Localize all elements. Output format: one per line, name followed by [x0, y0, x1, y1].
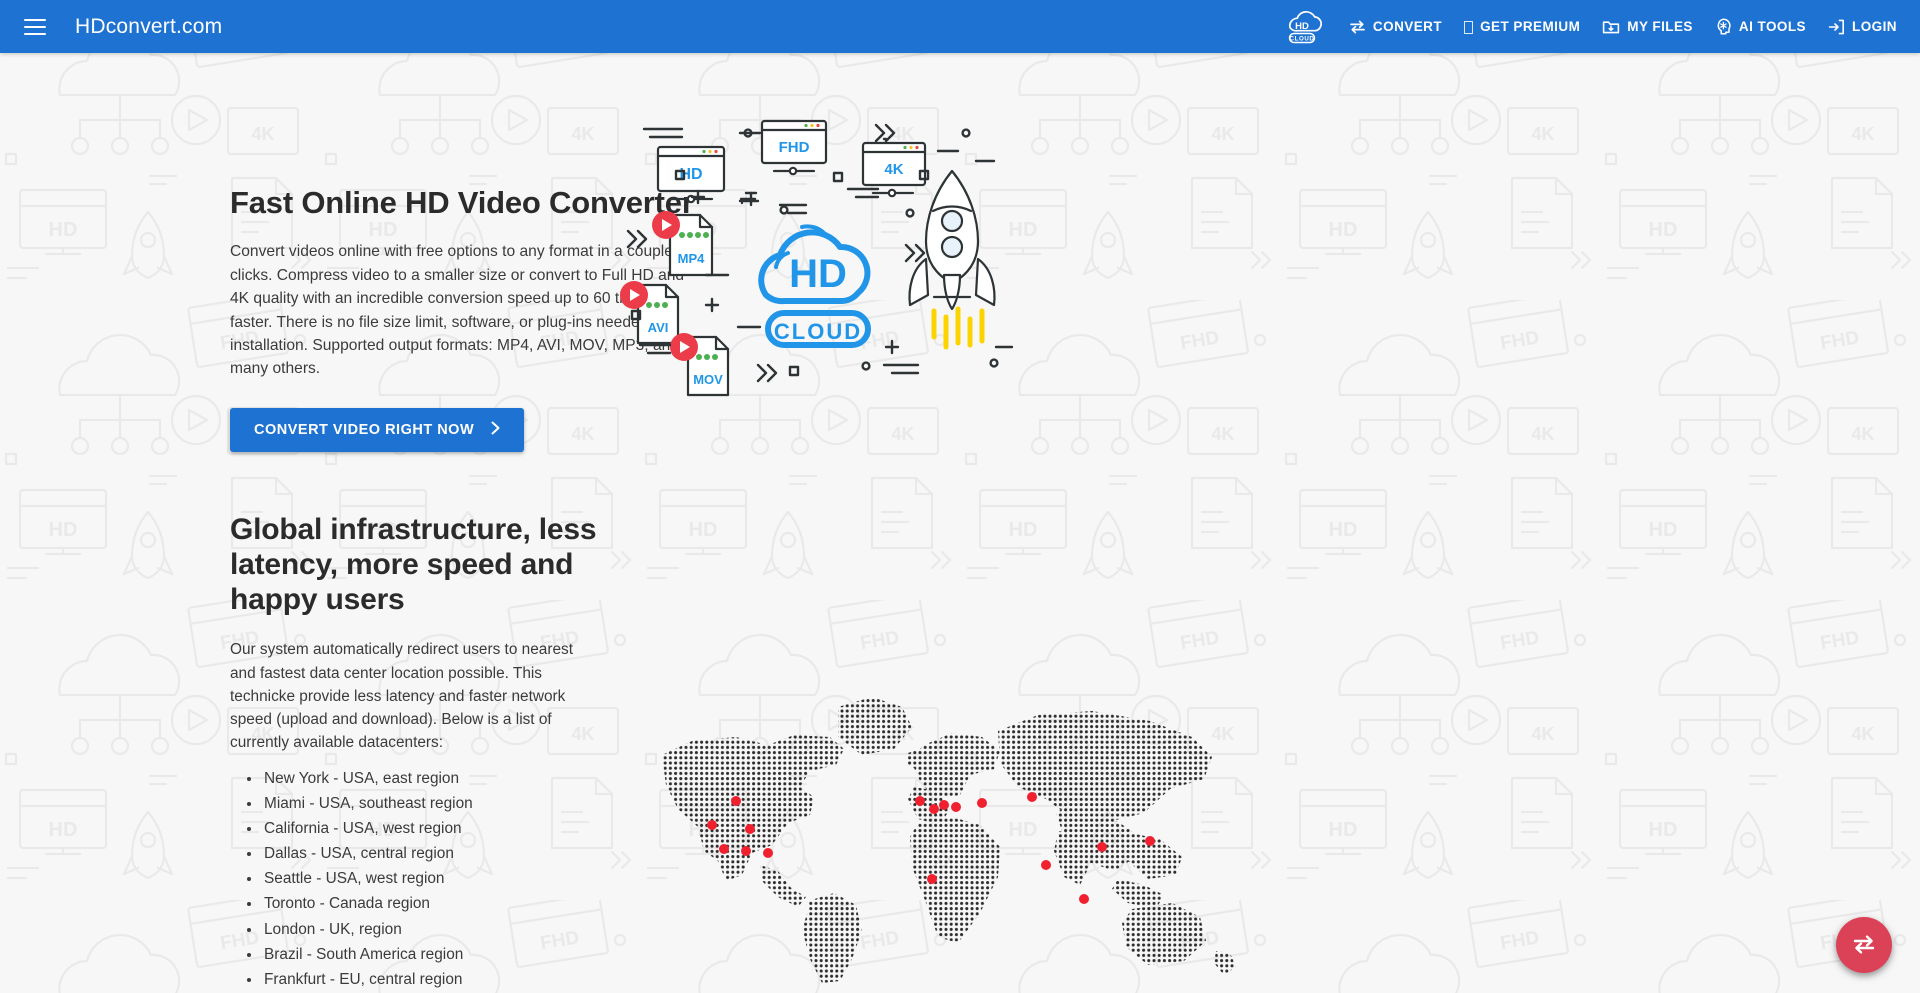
nav-item-convert[interactable]: CONVERT [1338, 0, 1453, 53]
chevron-right-icon [490, 421, 501, 439]
datacenter-list-item: Frankfurt - EU, central region [262, 967, 630, 992]
svg-text:CLOUD: CLOUD [774, 319, 862, 344]
svg-text:4K: 4K [884, 161, 903, 178]
hero-section: Fast Online HD Video Converter Convert v… [0, 53, 1920, 573]
infrastructure-section: Global infrastructure, less latency, mor… [0, 513, 1920, 993]
nav-item-ai-tools[interactable]: AI TOOLS [1704, 0, 1817, 53]
nav-item-login[interactable]: LOGIN [1817, 0, 1908, 53]
hamburger-menu-icon[interactable] [18, 10, 52, 44]
nav-label-my-files: MY FILES [1627, 19, 1693, 34]
infrastructure-text-block: Global infrastructure, less latency, mor… [230, 513, 630, 993]
svg-text:HD: HD [789, 252, 847, 296]
hd-cloud-conversion-illustration: HD FHD 4K MP4 AVI MOV HD CLOUD [620, 115, 1020, 415]
swap-arrows-icon [1851, 933, 1877, 958]
svg-text:FHD: FHD [779, 139, 810, 156]
convert-arrows-icon [1349, 19, 1366, 34]
login-arrow-icon [1828, 19, 1845, 35]
nav-label-convert: CONVERT [1372, 19, 1443, 34]
nav-label-get-premium: GET PREMIUM [1480, 19, 1581, 34]
nav-label-ai-tools: AI TOOLS [1738, 19, 1806, 34]
infrastructure-paragraph: Our system automatically redirect users … [230, 641, 573, 751]
hd-cloud-logo-icon[interactable]: HD CLOUD [1278, 7, 1324, 47]
missing-glyph-tofu-icon [1464, 20, 1474, 34]
svg-text:MOV: MOV [693, 372, 723, 387]
datacenter-list-item: New York - USA, east region [262, 766, 630, 791]
swap-convert-fab-button[interactable] [1836, 917, 1892, 973]
dotted-world-map [632, 683, 1252, 983]
datacenter-list-item: Dallas - USA, central region [262, 841, 630, 866]
datacenter-list-item: Brazil - South America region [262, 942, 630, 967]
infrastructure-title: Global infrastructure, less latency, mor… [230, 513, 597, 616]
convert-video-right-now-button[interactable]: CONVERT VIDEO RIGHT NOW [230, 407, 525, 452]
page-root: HD FHD [0, 0, 1920, 993]
nav-item-get-premium[interactable]: GET PREMIUM [1453, 0, 1591, 53]
svg-text:MP4: MP4 [678, 251, 706, 266]
datacenter-list-item: Seattle - USA, west region [262, 866, 630, 891]
folder-download-icon [1602, 19, 1620, 35]
datacenter-list-item: London - UK, region [262, 917, 630, 942]
datacenter-list: New York - USA, east regionMiami - USA, … [230, 766, 630, 993]
top-app-bar: HDconvert.com HD CLOUD CONVERT GET PREMI… [0, 0, 1920, 53]
datacenter-list-item: California - USA, west region [262, 816, 630, 841]
brand-title[interactable]: HDconvert.com [75, 15, 222, 39]
main-navigation: HD CLOUD CONVERT GET PREMIUM MY FILES AI… [1278, 0, 1920, 53]
svg-text:HD: HD [1295, 21, 1309, 32]
nav-item-my-files[interactable]: MY FILES [1591, 0, 1704, 53]
svg-text:CLOUD: CLOUD [1289, 35, 1314, 42]
svg-text:AVI: AVI [648, 320, 669, 335]
ai-head-icon [1715, 18, 1732, 35]
datacenter-list-item: Miami - USA, southeast region [262, 791, 630, 816]
cta-label: CONVERT VIDEO RIGHT NOW [254, 421, 475, 438]
nav-label-login: LOGIN [1852, 19, 1897, 34]
datacenter-list-item: Toronto - Canada region [262, 891, 630, 916]
